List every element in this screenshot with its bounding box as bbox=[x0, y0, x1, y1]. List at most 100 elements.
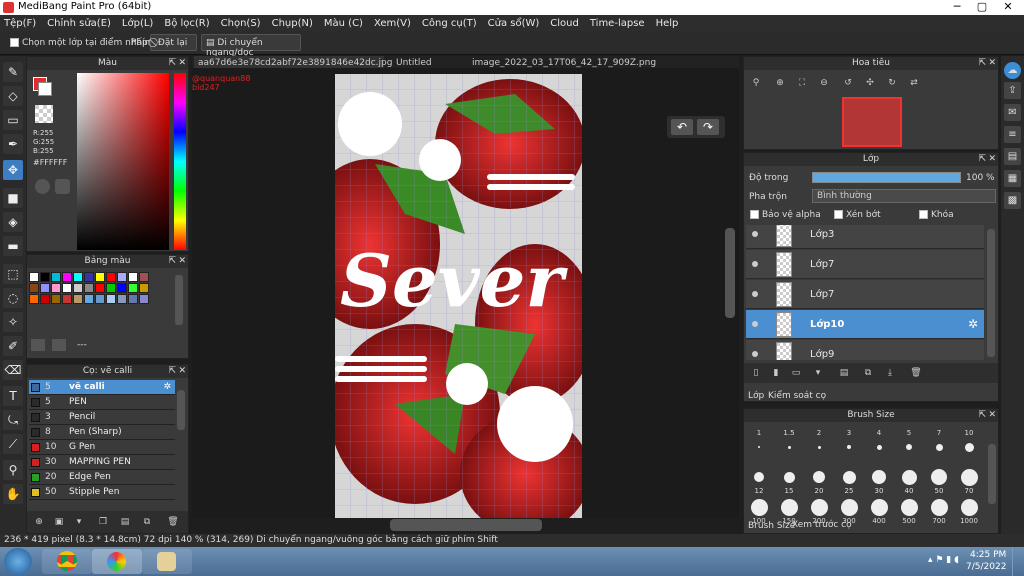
menu-snap[interactable]: Chụp(N) bbox=[272, 18, 313, 29]
brush-item[interactable]: 30 MAPPING PEN bbox=[29, 455, 175, 470]
tab-brush-size[interactable]: Brush Size bbox=[748, 521, 795, 531]
lock-checkbox[interactable] bbox=[919, 210, 928, 219]
palette-swatch[interactable] bbox=[106, 283, 116, 293]
protect-alpha-checkbox[interactable] bbox=[750, 210, 759, 219]
menu-view[interactable]: Xem(V) bbox=[374, 18, 411, 29]
brush-size-preset[interactable] bbox=[870, 498, 888, 516]
palette-swatch[interactable] bbox=[62, 283, 72, 293]
layer-scrollbar[interactable] bbox=[987, 229, 995, 357]
close-icon[interactable]: ✕ bbox=[178, 255, 186, 268]
menu-timelapse[interactable]: Time-lapse bbox=[590, 18, 645, 29]
clock-time[interactable]: 4:25 PM bbox=[970, 550, 1006, 560]
delete-layer-icon[interactable]: 🗑 bbox=[910, 367, 922, 379]
grid-icon[interactable]: ▩ bbox=[1004, 192, 1021, 209]
close-icon[interactable]: ✕ bbox=[988, 153, 996, 166]
palette-swatch[interactable] bbox=[139, 294, 149, 304]
brush-size-preset[interactable] bbox=[780, 498, 798, 516]
add-brush-icon[interactable]: ⊕ bbox=[33, 516, 45, 528]
palette-swatch[interactable] bbox=[128, 283, 138, 293]
brush-item[interactable]: 10 G Pen bbox=[29, 440, 175, 455]
visibility-icon[interactable] bbox=[752, 261, 758, 267]
zoom-search-icon[interactable]: ⚲ bbox=[750, 77, 762, 89]
palette-swatch[interactable] bbox=[84, 272, 94, 282]
palette-swatch[interactable] bbox=[95, 272, 105, 282]
palette-swatch[interactable] bbox=[51, 272, 61, 282]
layer-folder-icon[interactable]: ▤ bbox=[838, 367, 850, 379]
brush-item[interactable]: 50 Stipple Pen bbox=[29, 485, 175, 500]
bucket-tool-icon[interactable]: ◈ bbox=[3, 212, 23, 232]
palette-swatch[interactable] bbox=[51, 283, 61, 293]
palette-swatch[interactable] bbox=[40, 294, 50, 304]
tray-icons[interactable]: ▴ ⚑ ▮ ◖ bbox=[928, 555, 959, 565]
menu-filter[interactable]: Bộ lọc(R) bbox=[164, 18, 209, 29]
visibility-icon[interactable] bbox=[752, 231, 758, 237]
clip-checkbox[interactable] bbox=[834, 210, 843, 219]
chrome-taskbar-icon[interactable] bbox=[42, 549, 92, 574]
palette-swatch[interactable] bbox=[40, 272, 50, 282]
menu-file[interactable]: Tệp(F) bbox=[4, 18, 36, 29]
brush-size-preset[interactable] bbox=[817, 445, 821, 449]
menu-window[interactable]: Cửa sổ(W) bbox=[488, 18, 540, 29]
share-icon[interactable]: ⇪ bbox=[1004, 82, 1021, 99]
palette-swatch[interactable] bbox=[73, 283, 83, 293]
close-icon[interactable]: ✕ bbox=[988, 57, 996, 70]
popout-icon[interactable]: ⇱ bbox=[978, 409, 986, 422]
hue-slider[interactable] bbox=[174, 73, 186, 250]
brush-item[interactable]: 20 Edge Pen bbox=[29, 470, 175, 485]
palette-swatch[interactable] bbox=[117, 283, 127, 293]
palette-swatch[interactable] bbox=[128, 272, 138, 282]
move-tool-icon[interactable]: ✥ bbox=[3, 160, 23, 180]
opacity-slider[interactable] bbox=[812, 172, 961, 183]
selection-tool-icon[interactable]: ⬚ bbox=[3, 264, 23, 284]
close-button[interactable]: ✕ bbox=[996, 0, 1020, 15]
brush-size-scrollbar[interactable] bbox=[988, 444, 996, 504]
brush-tool-icon[interactable]: ✎ bbox=[3, 62, 23, 82]
palette-swatch[interactable] bbox=[84, 294, 94, 304]
layer-item[interactable]: Lớp10 ✲ bbox=[746, 310, 984, 339]
palette-swatch[interactable] bbox=[84, 283, 94, 293]
pen-tool-icon[interactable]: ✒ bbox=[3, 134, 23, 154]
hand-tool-icon[interactable]: ✋ bbox=[3, 484, 23, 504]
palette-swatches[interactable] bbox=[29, 272, 159, 306]
brush-size-preset[interactable] bbox=[758, 446, 760, 448]
reset-button[interactable]: ⃠ Đặt lại bbox=[150, 34, 197, 51]
medibang-taskbar-icon[interactable] bbox=[92, 549, 142, 574]
brush-delete-icon[interactable]: 🗑 bbox=[167, 516, 179, 528]
popout-icon[interactable]: ⇱ bbox=[978, 57, 986, 70]
palette-swatch[interactable] bbox=[139, 283, 149, 293]
transparent-swatch[interactable] bbox=[35, 105, 53, 123]
brush-size-preset[interactable] bbox=[872, 470, 886, 484]
eyedropper-tool-icon[interactable]: ⚲ bbox=[3, 460, 23, 480]
brush-size-preset[interactable] bbox=[906, 444, 912, 450]
brush-size-preset[interactable] bbox=[810, 498, 828, 516]
layer-property-icon[interactable]: ≡ bbox=[1004, 126, 1021, 143]
brush-size-preset[interactable] bbox=[840, 498, 858, 516]
operation-tool-icon[interactable]: ⤿ bbox=[3, 410, 23, 430]
brush-size-preset[interactable] bbox=[900, 498, 918, 516]
flip-icon[interactable]: ⇄ bbox=[908, 77, 920, 89]
blend-mode-select[interactable]: Bình thường bbox=[812, 189, 996, 203]
delete-palette-icon[interactable] bbox=[52, 339, 66, 351]
reset-view-icon[interactable]: ✣ bbox=[864, 77, 876, 89]
visibility-icon[interactable] bbox=[752, 291, 758, 297]
menu-color[interactable]: Màu (C) bbox=[324, 18, 363, 29]
visibility-icon[interactable] bbox=[752, 351, 758, 357]
palette-swatch[interactable] bbox=[62, 294, 72, 304]
cloud-icon[interactable]: ☁ bbox=[1004, 62, 1021, 79]
palette-swatch[interactable] bbox=[95, 283, 105, 293]
layer-item[interactable]: Lớp9 bbox=[746, 340, 984, 360]
brush-item[interactable]: 5 vẽ calli ✲ bbox=[29, 380, 175, 395]
layer-item[interactable]: Lớp3 bbox=[746, 225, 984, 249]
tab-brush-control[interactable]: Kiểm soát cọ bbox=[768, 391, 826, 401]
brush-size-preset[interactable] bbox=[754, 472, 764, 482]
close-icon[interactable]: ✕ bbox=[178, 57, 186, 70]
palette-swatch[interactable] bbox=[139, 272, 149, 282]
palette-swatch[interactable] bbox=[117, 272, 127, 282]
brush-size-preset[interactable] bbox=[935, 443, 943, 451]
new-layer-8bit-icon[interactable]: ▮ bbox=[770, 367, 782, 379]
layer-item[interactable]: Lớp7 bbox=[746, 280, 984, 309]
visibility-icon[interactable] bbox=[752, 321, 758, 327]
palette-swatch[interactable] bbox=[73, 294, 83, 304]
palette-swatch[interactable] bbox=[73, 272, 83, 282]
brush-size-preset[interactable] bbox=[960, 498, 978, 516]
